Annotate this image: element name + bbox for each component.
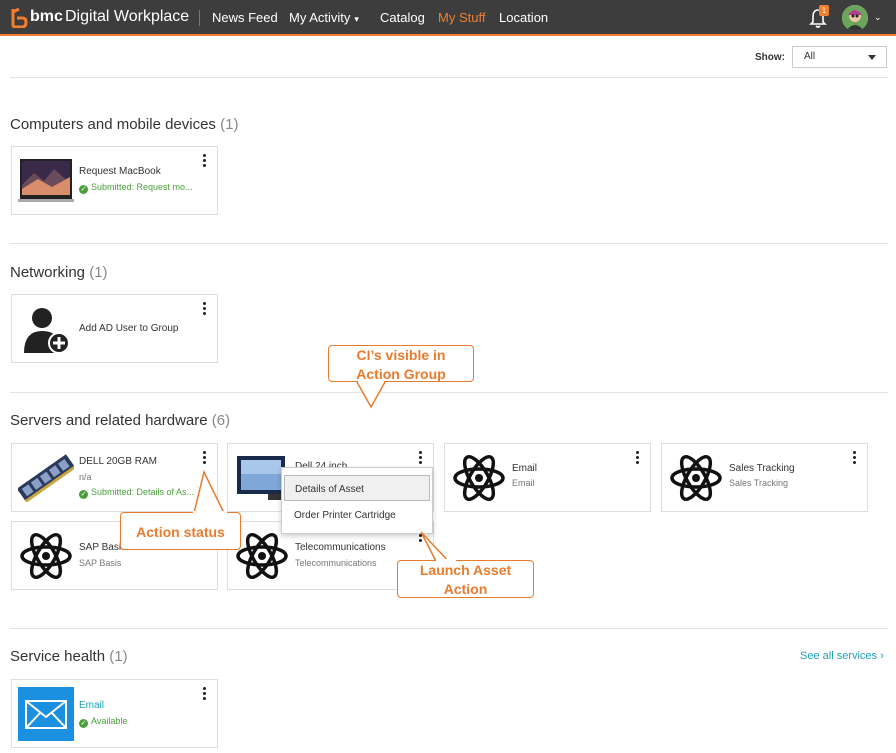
nav-catalog[interactable]: Catalog [380, 10, 425, 25]
nav-label: News Feed [212, 10, 278, 25]
section-title-text: Networking [10, 264, 86, 281]
section-title-servers: Servers and related hardware (6) [10, 412, 230, 429]
status-text: Available [91, 716, 128, 726]
atom-icon [236, 532, 288, 580]
card-title: Request MacBook [79, 166, 161, 177]
card-title: DELL 20GB RAM [79, 456, 157, 467]
more-options-icon[interactable] [201, 302, 207, 318]
menu-item-details-of-asset[interactable]: Details of Asset [284, 475, 430, 501]
callout-ci-visible: CI’s visible in Action Group [328, 345, 474, 382]
nav-label: Location [499, 10, 549, 25]
show-filter-select[interactable]: All [792, 46, 887, 68]
card-dell-20gb-ram[interactable]: DELL 20GB RAM n/a ✓ Submitted: Details of… [11, 443, 218, 512]
card-email-service[interactable]: Email Email [444, 443, 651, 512]
status-text: Submitted: Request mo... [91, 182, 193, 192]
user-avatar-image [842, 5, 868, 31]
atom-icon [453, 454, 505, 502]
section-count: (6) [211, 412, 231, 429]
avatar[interactable] [842, 5, 868, 31]
app-name[interactable]: Digital Workplace [65, 8, 189, 26]
callout-text: Launch Asset Action [419, 562, 512, 597]
show-filter-value: All [804, 51, 816, 62]
check-circle-icon: ✓ [79, 490, 88, 499]
more-options-icon[interactable] [201, 154, 207, 170]
callout-text: CI’s visible in Action Group [356, 347, 446, 382]
status-available: ✓ Available [79, 716, 199, 728]
card-title: Email [79, 700, 105, 711]
callout-action-status: Action status [120, 512, 241, 550]
card-request-macbook[interactable]: Request MacBook ✓ Submitted: Request mo..… [11, 146, 218, 215]
nav-my-stuff[interactable]: My Stuff [438, 10, 485, 25]
section-divider [10, 243, 888, 244]
section-divider [10, 392, 888, 393]
email-envelope-icon [18, 687, 74, 741]
nav-divider [199, 10, 200, 26]
card-email-health[interactable]: Email ✓ Available [11, 679, 218, 748]
more-options-icon[interactable] [851, 451, 857, 467]
chevron-down-icon [868, 55, 876, 60]
card-add-ad-user[interactable]: Add AD User to Group [11, 294, 218, 363]
nav-label: My Activity [289, 10, 351, 25]
section-count: (1) [89, 264, 108, 281]
section-title-computers: Computers and mobile devices (1) [10, 116, 238, 133]
more-options-icon[interactable] [417, 451, 423, 467]
callout-joint [436, 559, 456, 562]
section-title-text: Computers and mobile devices [10, 116, 216, 133]
atom-icon [670, 454, 722, 502]
section-divider [10, 77, 888, 78]
nav-location[interactable]: Location [499, 10, 548, 25]
card-title: Email [512, 463, 538, 474]
status-submitted: ✓ Submitted: Details of As... [79, 487, 199, 499]
card-subtitle: Email [512, 478, 535, 488]
nav-my-activity[interactable]: My Activity ▾ [289, 10, 359, 25]
show-filter-label: Show: [755, 52, 785, 63]
see-all-services-link[interactable]: See all services › [800, 650, 884, 662]
add-user-icon [24, 308, 70, 353]
check-circle-icon: ✓ [79, 185, 88, 194]
section-count: (1) [109, 648, 128, 665]
section-title-service-health: Service health (1) [10, 648, 128, 665]
brand-name: bmc [30, 8, 63, 25]
notification-badge: 1 [819, 5, 829, 16]
atom-icon [20, 532, 72, 580]
nav-news-feed[interactable]: News Feed [212, 10, 278, 25]
macbook-image [18, 159, 74, 202]
nav-label: Catalog [380, 10, 425, 25]
bmc-logo-icon[interactable] [10, 8, 28, 28]
section-title-text: Service health [10, 648, 106, 665]
nav-label: My Stuff [438, 10, 486, 25]
card-subtitle: SAP Basis [79, 558, 122, 568]
card-subtitle: Sales Tracking [729, 478, 789, 488]
chevron-right-icon: › [880, 650, 884, 662]
card-subtitle: n/a [79, 472, 92, 482]
card-title: Sales Tracking [729, 463, 795, 474]
callout-text: Action status [136, 524, 225, 540]
section-divider [10, 628, 888, 629]
card-title: Add AD User to Group [79, 323, 179, 334]
check-circle-icon: ✓ [79, 719, 88, 728]
callout-pointer [356, 381, 386, 409]
card-sales-tracking[interactable]: Sales Tracking Sales Tracking [661, 443, 868, 512]
chevron-down-icon[interactable]: ⌄ [874, 12, 882, 23]
callout-joint [193, 511, 227, 514]
card-title: Telecommunications [295, 542, 386, 553]
top-navigation-bar: bmc Digital Workplace News Feed My Activ… [0, 0, 896, 36]
status-text: Submitted: Details of As... [91, 487, 195, 497]
link-text: See all services [800, 650, 878, 662]
ram-module-image [18, 454, 74, 502]
callout-launch-asset-action: Launch Asset Action [397, 560, 534, 598]
chevron-down-icon: ▾ [354, 14, 359, 24]
more-options-icon[interactable] [201, 687, 207, 703]
callout-pointer [193, 470, 225, 514]
status-submitted: ✓ Submitted: Request mo... [79, 182, 199, 194]
menu-item-order-printer-cartridge[interactable]: Order Printer Cartridge [284, 502, 430, 528]
asset-action-menu: Details of Asset Order Printer Cartridge [281, 467, 433, 534]
section-title-networking: Networking (1) [10, 264, 108, 281]
more-options-icon[interactable] [201, 451, 207, 467]
more-options-icon[interactable] [634, 451, 640, 467]
section-count: (1) [220, 116, 239, 133]
section-title-text: Servers and related hardware [10, 412, 208, 429]
